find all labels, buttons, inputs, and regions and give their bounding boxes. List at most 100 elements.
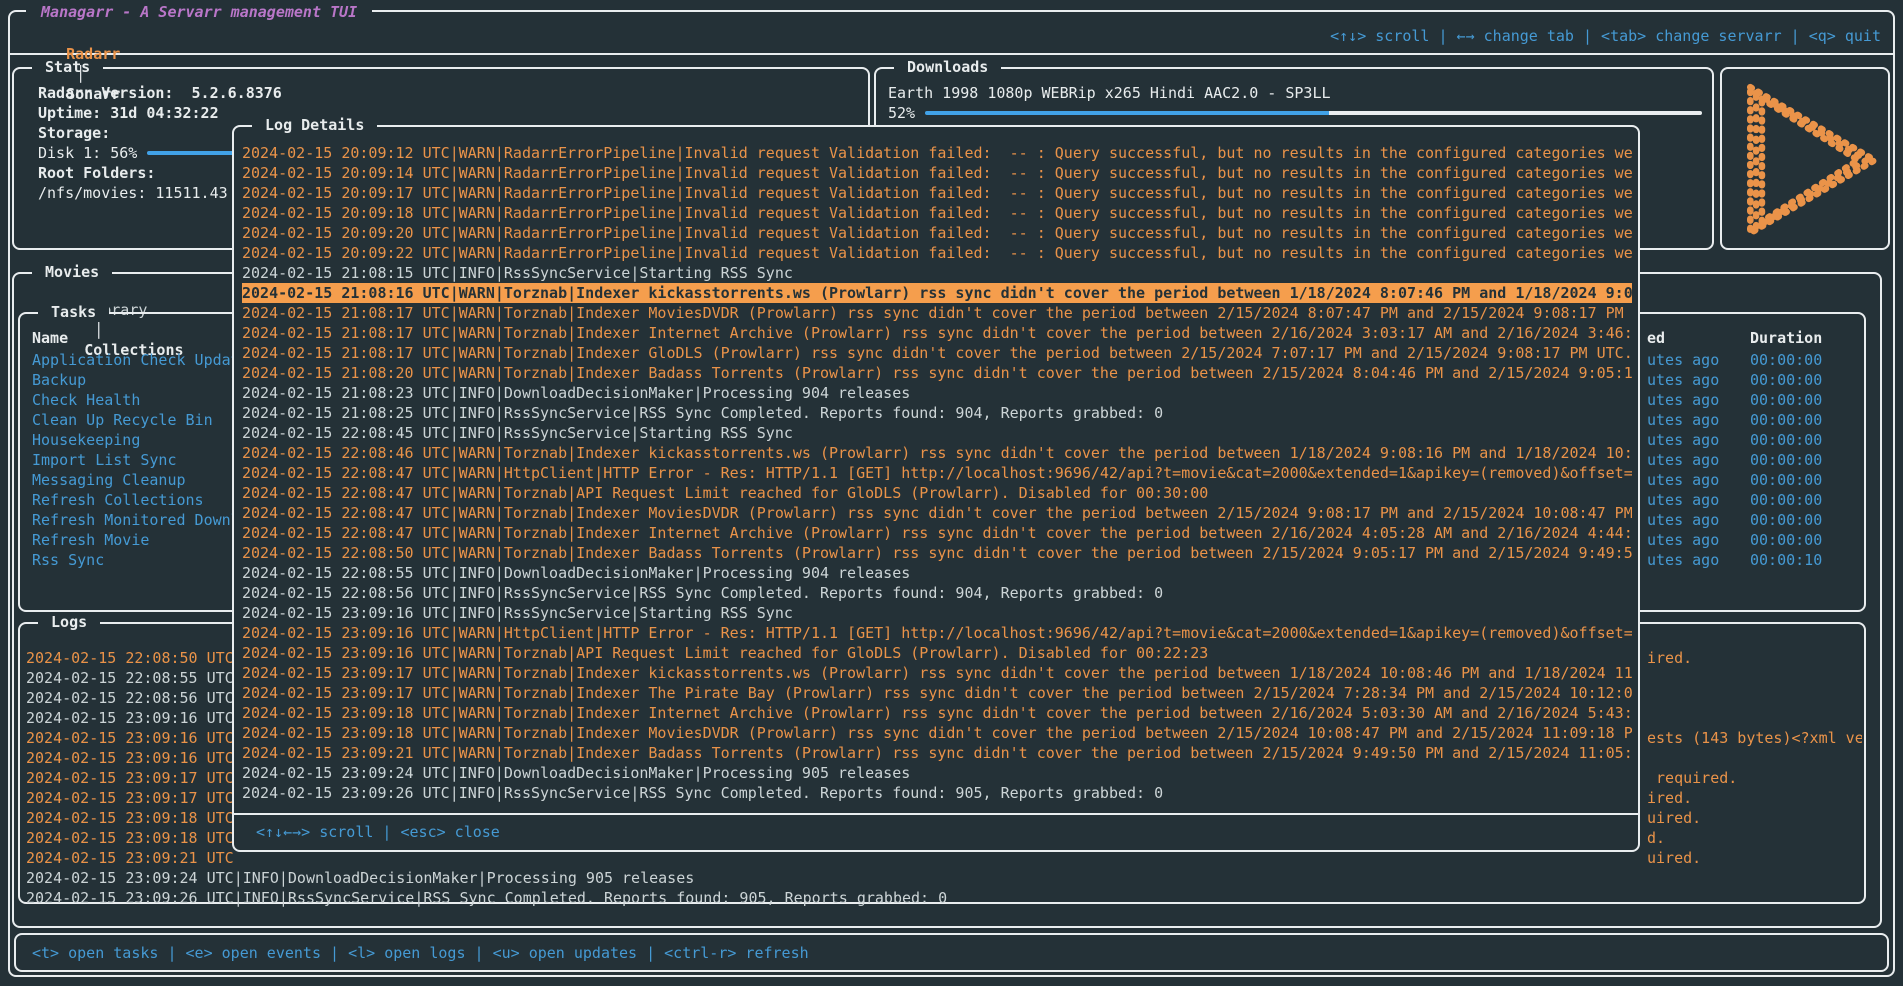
- log-detail-line[interactable]: 2024-02-15 21:08:17 UTC|WARN|Torznab|Ind…: [242, 303, 1632, 323]
- background-terminal-fragment: tests passed: [0, 978, 1903, 986]
- log-detail-line[interactable]: 2024-02-15 20:09:22 UTC|WARN|RadarrError…: [242, 243, 1632, 263]
- downloads-panel-title: Downloads: [894, 57, 1001, 77]
- task-row-duration: 00:00:00: [1750, 390, 1822, 410]
- task-row-name[interactable]: Backup: [32, 370, 247, 390]
- tab-sonarr[interactable]: Sonarr: [66, 85, 120, 103]
- log-detail-line[interactable]: 2024-02-15 22:08:56 UTC|INFO|RssSyncServ…: [242, 583, 1632, 603]
- log-detail-line[interactable]: 2024-02-15 22:08:55 UTC|INFO|DownloadDec…: [242, 563, 1632, 583]
- log-detail-line[interactable]: 2024-02-15 22:08:50 UTC|WARN|Torznab|Ind…: [242, 543, 1632, 563]
- log-detail-line[interactable]: 2024-02-15 21:08:17 UTC|WARN|Torznab|Ind…: [242, 323, 1632, 343]
- task-row-name[interactable]: Clean Up Recycle Bin: [32, 410, 247, 430]
- log-detail-line-selected[interactable]: 2024-02-15 21:08:16 UTC|WARN|Torznab|Ind…: [242, 283, 1632, 303]
- log-detail-line[interactable]: 2024-02-15 23:09:17 UTC|WARN|Torznab|Ind…: [242, 663, 1632, 683]
- task-row-executed: utes ago: [1647, 370, 1719, 390]
- download-percent: 52%: [888, 103, 915, 123]
- log-row-tail: ired.: [1647, 788, 1862, 808]
- log-detail-line[interactable]: 2024-02-15 22:08:46 UTC|WARN|Torznab|Ind…: [242, 443, 1632, 463]
- log-detail-line[interactable]: 2024-02-15 23:09:24 UTC|INFO|DownloadDec…: [242, 763, 1632, 783]
- task-row-duration: 00:00:00: [1750, 450, 1822, 470]
- logs-row-tails: ired. ests (143 bytes)<?xml ver required.…: [1647, 648, 1862, 908]
- task-row-name[interactable]: Refresh Monitored Downl: [32, 510, 247, 530]
- movies-panel-title: Movies: [32, 262, 112, 282]
- tasks-executed-column: utes agoutes agoutes agoutes agoutes ago…: [1647, 350, 1719, 570]
- servarr-tabs: Radarr │ Sonarr: [30, 24, 120, 124]
- task-row-duration: 00:00:10: [1750, 550, 1822, 570]
- log-row-tail: ests (143 bytes)<?xml ver: [1647, 728, 1862, 748]
- log-detail-line[interactable]: 2024-02-15 21:08:20 UTC|WARN|Torznab|Ind…: [242, 363, 1632, 383]
- log-detail-line[interactable]: 2024-02-15 22:08:45 UTC|INFO|RssSyncServ…: [242, 423, 1632, 443]
- log-row[interactable]: 2024-02-15 23:09:24 UTC|INFO|DownloadDec…: [26, 868, 1856, 888]
- log-detail-line[interactable]: 2024-02-15 20:09:18 UTC|WARN|RadarrError…: [242, 203, 1632, 223]
- log-detail-line[interactable]: 2024-02-15 21:08:17 UTC|WARN|Torznab|Ind…: [242, 343, 1632, 363]
- logs-panel-title: Logs: [38, 612, 100, 632]
- log-detail-line[interactable]: 2024-02-15 20:09:14 UTC|WARN|RadarrError…: [242, 163, 1632, 183]
- log-row-tail: [1647, 888, 1862, 908]
- log-detail-line[interactable]: 2024-02-15 21:08:15 UTC|INFO|RssSyncServ…: [242, 263, 1632, 283]
- log-detail-line[interactable]: 2024-02-15 20:09:20 UTC|WARN|RadarrError…: [242, 223, 1632, 243]
- log-detail-line[interactable]: 2024-02-15 22:08:47 UTC|WARN|HttpClient|…: [242, 463, 1632, 483]
- tasks-panel-title: Tasks: [38, 302, 109, 322]
- log-detail-line[interactable]: 2024-02-15 23:09:16 UTC|WARN|Torznab|API…: [242, 643, 1632, 663]
- task-row-duration: 00:00:00: [1750, 350, 1822, 370]
- download-item-title: Earth 1998 1080p WEBRip x265 Hindi AAC2.…: [888, 83, 1702, 103]
- task-row-executed: utes ago: [1647, 550, 1719, 570]
- log-detail-line[interactable]: 2024-02-15 23:09:26 UTC|INFO|RssSyncServ…: [242, 783, 1632, 803]
- log-row-tail: [1647, 868, 1862, 888]
- log-row-tail: uired.: [1647, 808, 1862, 828]
- log-row-tail: [1647, 688, 1862, 708]
- log-detail-line[interactable]: 2024-02-15 21:08:25 UTC|INFO|RssSyncServ…: [242, 403, 1632, 423]
- task-row-name[interactable]: Check Health: [32, 390, 247, 410]
- bottom-keybinds: <t> open tasks | <e> open events | <l> o…: [32, 943, 809, 963]
- log-detail-line[interactable]: 2024-02-15 23:09:17 UTC|WARN|Torznab|Ind…: [242, 683, 1632, 703]
- log-detail-line[interactable]: 2024-02-15 20:09:17 UTC|WARN|RadarrError…: [242, 183, 1632, 203]
- log-details-list[interactable]: 2024-02-15 20:09:12 UTC|WARN|RadarrError…: [242, 143, 1632, 803]
- log-detail-line[interactable]: 2024-02-15 22:08:47 UTC|WARN|Torznab|Ind…: [242, 503, 1632, 523]
- log-row-tail: required.: [1647, 768, 1862, 788]
- tab-separator: │: [66, 65, 95, 83]
- task-row-name[interactable]: Messaging Cleanup: [32, 470, 247, 490]
- log-row-tail: [1647, 668, 1862, 688]
- tasks-name-header: Name: [32, 328, 68, 348]
- top-keybinds: <↑↓> scroll | ←→ change tab | <tab> chan…: [1330, 26, 1881, 46]
- log-detail-line[interactable]: 2024-02-15 23:09:18 UTC|WARN|Torznab|Ind…: [242, 723, 1632, 743]
- log-row-tail: [1647, 708, 1862, 728]
- task-row-executed: utes ago: [1647, 490, 1719, 510]
- log-detail-line[interactable]: 2024-02-15 22:08:47 UTC|WARN|Torznab|Ind…: [242, 523, 1632, 543]
- log-detail-line[interactable]: 2024-02-15 23:09:16 UTC|WARN|HttpClient|…: [242, 623, 1632, 643]
- task-row-executed: utes ago: [1647, 530, 1719, 550]
- task-row-executed: utes ago: [1647, 450, 1719, 470]
- log-detail-line[interactable]: 2024-02-15 21:08:23 UTC|INFO|DownloadDec…: [242, 383, 1632, 403]
- log-row-tail: [1647, 748, 1862, 768]
- task-row-duration: 00:00:00: [1750, 370, 1822, 390]
- managarr-app: Managarr - A Servarr management TUI Rada…: [0, 0, 1903, 986]
- managarr-play-logo-icon: [1722, 69, 1888, 248]
- log-detail-line[interactable]: 2024-02-15 23:09:18 UTC|WARN|Torznab|Ind…: [242, 703, 1632, 723]
- log-row[interactable]: 2024-02-15 23:09:26 UTC|INFO|RssSyncServ…: [26, 888, 1856, 908]
- tab-radarr[interactable]: Radarr: [66, 45, 120, 63]
- modal-keybinds: <↑↓←→> scroll | <esc> close: [256, 822, 500, 842]
- task-row-name[interactable]: Refresh Movie: [32, 530, 247, 550]
- log-detail-line[interactable]: 2024-02-15 23:09:21 UTC|WARN|Torznab|Ind…: [242, 743, 1632, 763]
- task-row-executed: utes ago: [1647, 390, 1719, 410]
- log-detail-line[interactable]: 2024-02-15 22:08:47 UTC|WARN|Torznab|API…: [242, 483, 1632, 503]
- tasks-duration-column: 00:00:0000:00:0000:00:0000:00:0000:00:00…: [1750, 350, 1822, 570]
- task-row-executed: utes ago: [1647, 350, 1719, 370]
- log-details-modal: Log Details 2024-02-15 20:09:12 UTC|WARN…: [232, 125, 1640, 852]
- task-row-duration: 00:00:00: [1750, 530, 1822, 550]
- app-title: Managarr - A Servarr management TUI: [26, 2, 372, 22]
- logo-panel: [1720, 67, 1890, 250]
- task-row-name[interactable]: Rss Sync: [32, 550, 247, 570]
- task-row-duration: 00:00:00: [1750, 410, 1822, 430]
- task-row-name[interactable]: Application Check Updat: [32, 350, 247, 370]
- task-row-name[interactable]: Import List Sync: [32, 450, 247, 470]
- download-gauge: [925, 111, 1702, 115]
- log-detail-line[interactable]: 2024-02-15 23:09:16 UTC|INFO|RssSyncServ…: [242, 603, 1632, 623]
- tasks-duration-header: Duration: [1750, 328, 1822, 348]
- task-row-name[interactable]: Housekeeping: [32, 430, 247, 450]
- uptime: Uptime: 31d 04:32:22: [38, 103, 860, 123]
- log-detail-line[interactable]: 2024-02-15 20:09:12 UTC|WARN|RadarrError…: [242, 143, 1632, 163]
- task-row-name[interactable]: Refresh Collections: [32, 490, 247, 510]
- tasks-executed-header: ed: [1647, 328, 1665, 348]
- tasks-name-column: Application Check UpdatBackupCheck Healt…: [32, 350, 247, 570]
- log-row-tail: d.: [1647, 828, 1862, 848]
